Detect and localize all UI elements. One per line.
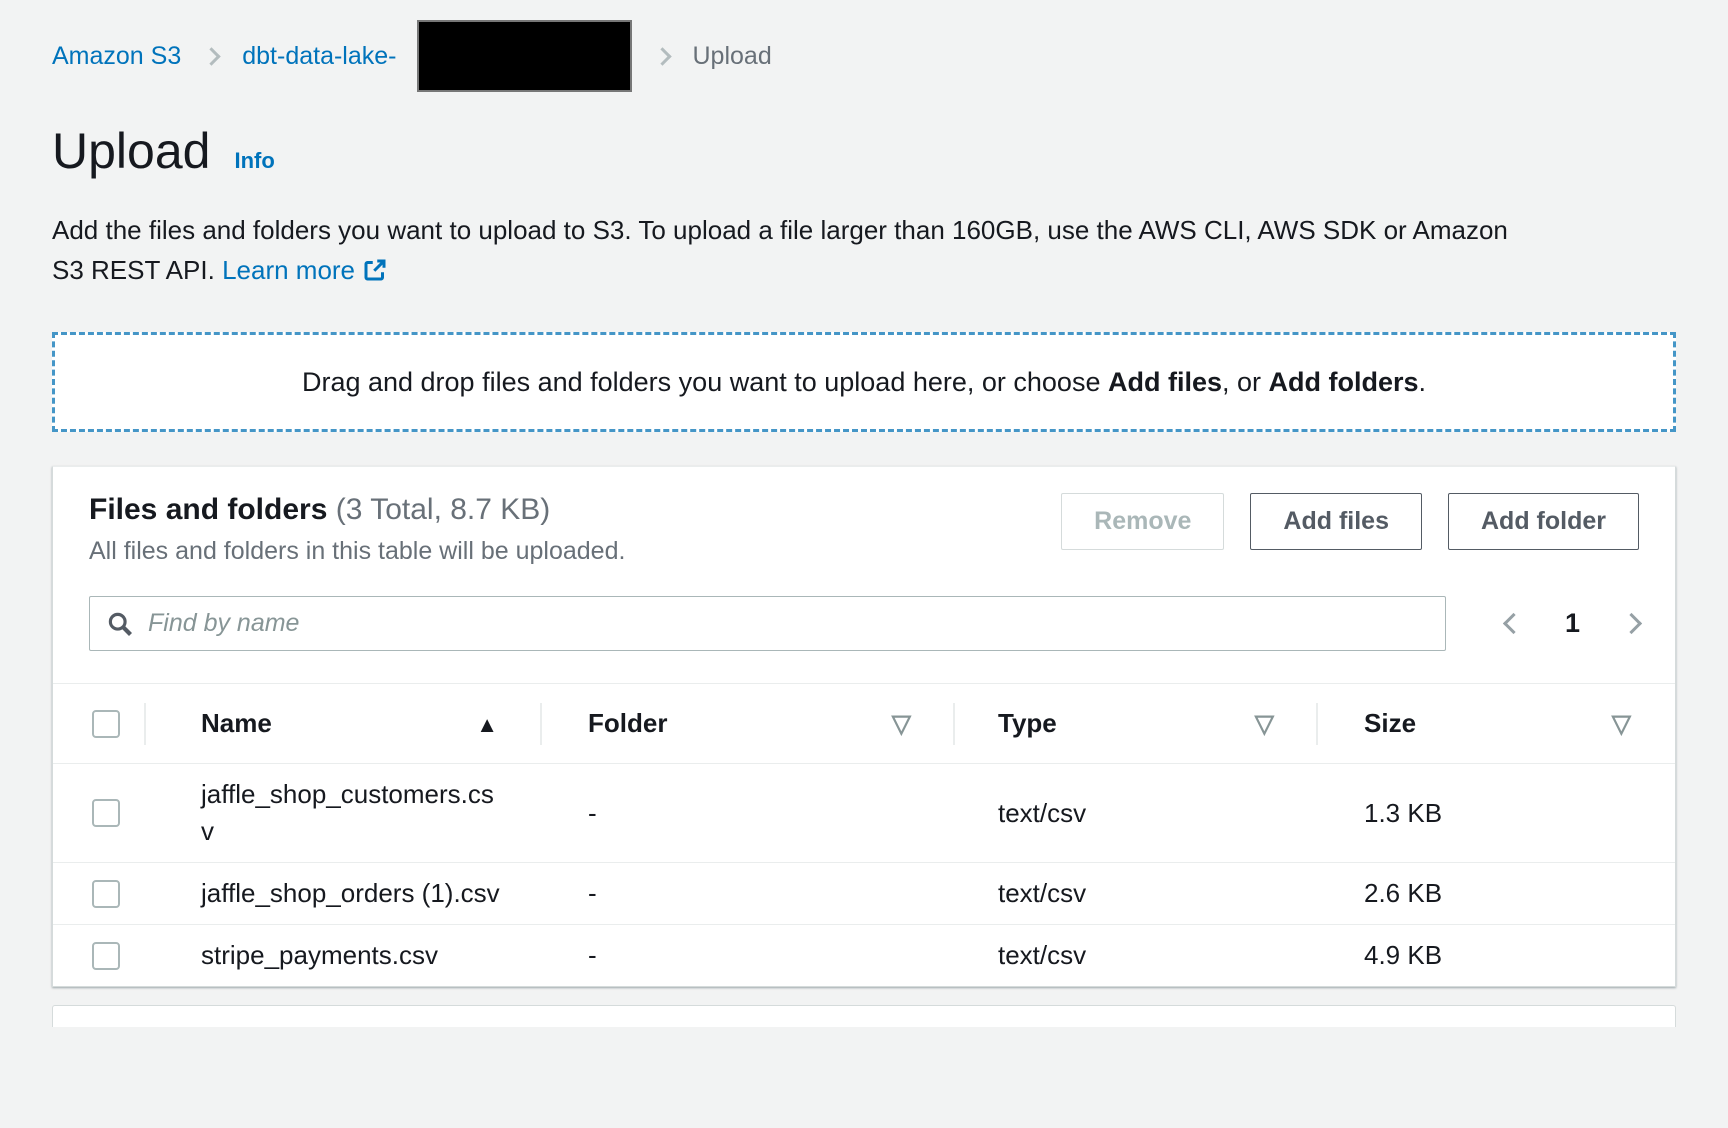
files-and-folders-panel: Files and folders (3 Total, 8.7 KB) All … bbox=[52, 466, 1676, 987]
file-folder: - bbox=[542, 863, 955, 925]
sort-open-icon[interactable] bbox=[1255, 708, 1274, 739]
title-row: Upload Info bbox=[52, 122, 1676, 180]
panel-header: Files and folders (3 Total, 8.7 KB) All … bbox=[53, 467, 1675, 566]
select-all-checkbox[interactable] bbox=[92, 710, 120, 738]
file-name: stripe_payments.csv bbox=[201, 937, 506, 974]
breadcrumb: Amazon S3 dbt-data-lake- Upload bbox=[52, 0, 1676, 92]
breadcrumb-amazon-s3[interactable]: Amazon S3 bbox=[52, 42, 181, 71]
redacted-bucket-name bbox=[417, 20, 632, 92]
learn-more-link[interactable]: Learn more bbox=[222, 255, 355, 285]
upload-page: Amazon S3 dbt-data-lake- Upload Upload I… bbox=[0, 0, 1728, 1027]
search-icon bbox=[106, 610, 134, 638]
breadcrumb-bucket[interactable]: dbt-data-lake- bbox=[242, 42, 396, 71]
panel-count: (3 Total, 8.7 KB) bbox=[336, 493, 551, 526]
file-size: 4.9 KB bbox=[1318, 925, 1675, 987]
file-name: jaffle_shop_customers.csv bbox=[201, 776, 506, 850]
search-input[interactable] bbox=[148, 609, 1429, 638]
file-name: jaffle_shop_orders (1).csv bbox=[201, 875, 506, 912]
chevron-right-icon[interactable] bbox=[1621, 613, 1642, 634]
dropzone-text: Drag and drop files and folders you want… bbox=[302, 367, 1426, 398]
panel-actions: Remove Add files Add folder bbox=[1061, 493, 1639, 550]
chevron-right-icon bbox=[203, 47, 221, 65]
file-type: text/csv bbox=[955, 863, 1318, 925]
files-table: Name Folder Type Size jaffle_shop_ bbox=[53, 683, 1675, 986]
description-line2: S3 REST API. bbox=[52, 255, 215, 285]
file-type: text/csv bbox=[955, 764, 1318, 863]
next-section-panel bbox=[52, 1005, 1676, 1027]
file-size: 2.6 KB bbox=[1318, 863, 1675, 925]
sort-open-icon[interactable] bbox=[1612, 708, 1631, 739]
table-header-row: Name Folder Type Size bbox=[53, 684, 1675, 764]
column-header-name[interactable]: Name bbox=[146, 684, 542, 764]
panel-subtitle: All files and folders in this table will… bbox=[89, 537, 625, 566]
info-link[interactable]: Info bbox=[234, 148, 274, 174]
external-link-icon bbox=[363, 258, 387, 282]
file-size: 1.3 KB bbox=[1318, 764, 1675, 863]
page-description: Add the files and folders you want to up… bbox=[52, 210, 1676, 290]
chevron-right-icon bbox=[653, 47, 671, 65]
panel-title-block: Files and folders (3 Total, 8.7 KB) All … bbox=[89, 493, 625, 566]
add-files-button[interactable]: Add files bbox=[1250, 493, 1422, 550]
table-row: jaffle_shop_orders (1).csv - text/csv 2.… bbox=[53, 863, 1675, 925]
remove-button[interactable]: Remove bbox=[1061, 493, 1224, 550]
file-folder: - bbox=[542, 925, 955, 987]
file-folder: - bbox=[542, 764, 955, 863]
row-checkbox[interactable] bbox=[92, 799, 120, 827]
table-row: stripe_payments.csv - text/csv 4.9 KB bbox=[53, 925, 1675, 987]
column-header-folder[interactable]: Folder bbox=[542, 684, 955, 764]
pagination: 1 bbox=[1462, 608, 1639, 639]
table-row: jaffle_shop_customers.csv - text/csv 1.3… bbox=[53, 764, 1675, 863]
description-line1: Add the files and folders you want to up… bbox=[52, 215, 1508, 245]
column-header-type[interactable]: Type bbox=[955, 684, 1318, 764]
current-page-number[interactable]: 1 bbox=[1565, 608, 1580, 639]
file-type: text/csv bbox=[955, 925, 1318, 987]
panel-title: Files and folders (3 Total, 8.7 KB) bbox=[89, 493, 625, 527]
breadcrumb-current: Upload bbox=[693, 42, 772, 71]
column-header-size[interactable]: Size bbox=[1318, 684, 1675, 764]
row-checkbox[interactable] bbox=[92, 942, 120, 970]
page-title: Upload bbox=[52, 122, 210, 180]
add-folder-button[interactable]: Add folder bbox=[1448, 493, 1639, 550]
chevron-left-icon[interactable] bbox=[1503, 613, 1524, 634]
search-row: 1 bbox=[53, 596, 1675, 651]
drag-and-drop-zone[interactable]: Drag and drop files and folders you want… bbox=[52, 332, 1676, 432]
select-all-header bbox=[53, 684, 146, 764]
sort-open-icon[interactable] bbox=[892, 708, 911, 739]
sort-ascending-icon[interactable] bbox=[476, 708, 498, 739]
search-box bbox=[89, 596, 1446, 651]
row-checkbox[interactable] bbox=[92, 880, 120, 908]
